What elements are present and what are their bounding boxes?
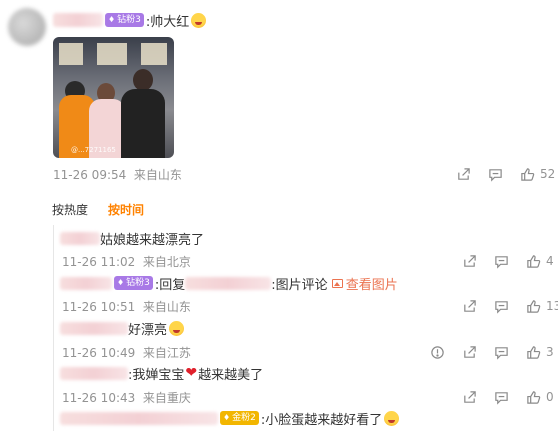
comment-icon[interactable] [493, 389, 509, 405]
reply-3-like-count: 3 [546, 345, 554, 359]
reply-1-like-count: 4 [546, 254, 554, 268]
like-icon[interactable] [519, 166, 535, 182]
reply-3-username-blurred[interactable] [60, 321, 128, 335]
share-icon[interactable] [455, 166, 471, 182]
reply-3-meta: 11-26 10:49 来自江苏 [62, 346, 191, 360]
reply-3-text-line: 好漂亮 [60, 319, 185, 338]
reply-1-username-blurred[interactable] [60, 231, 100, 245]
main-like-count: 52 [540, 167, 556, 181]
reply-target-blurred[interactable] [185, 276, 272, 290]
like-icon[interactable] [525, 253, 541, 269]
fan-badge[interactable]: ♦ 钻粉3 [114, 276, 153, 290]
like-icon[interactable] [525, 298, 541, 314]
comment-icon[interactable] [493, 344, 509, 360]
fan-badge[interactable]: ♦ 钻粉3 [105, 13, 144, 27]
sort-by-hot-tab[interactable]: 按热度 [52, 201, 88, 218]
view-image-link[interactable]: 查看图片 [331, 274, 398, 293]
reply-1-meta: 11-26 11:02 来自北京 [62, 255, 191, 269]
like-icon[interactable] [525, 344, 541, 360]
report-icon[interactable] [429, 344, 445, 360]
reply-2-actions: 13 [461, 298, 558, 314]
like-icon[interactable] [525, 389, 541, 405]
heart-emoji: ❤ [185, 365, 198, 381]
smile-emoji [169, 320, 185, 336]
comment-photo[interactable]: @...7271165 [53, 37, 174, 158]
reply-2-username-blurred[interactable] [60, 276, 112, 290]
smile-emoji [191, 12, 207, 28]
main-comment-meta: 11-26 09:54 来自山东 [53, 168, 182, 182]
reply-5-text-line: ♦ 金粉2 :小脸蛋越来越好看了 [60, 409, 400, 428]
reply-2-text-line: ♦ 钻粉3 :回复 :图片评论 查看图片 [60, 274, 398, 293]
main-comment-line: ♦ 钻粉3 :帅大红 [53, 11, 207, 30]
reply-4-actions: 0 [461, 389, 554, 405]
reply-4-like-count: 0 [546, 390, 554, 404]
sort-by-time-tab[interactable]: 按时间 [108, 201, 144, 218]
image-icon [331, 278, 343, 288]
fan-badge[interactable]: ♦ 金粉2 [220, 411, 259, 425]
reply-2-like-count: 13 [546, 299, 558, 313]
comment-icon[interactable] [493, 298, 509, 314]
reply-1-text-line: 姑娘越来越漂亮了 [60, 229, 204, 248]
share-icon[interactable] [461, 253, 477, 269]
share-icon[interactable] [461, 298, 477, 314]
comment-text: :帅大红 [145, 14, 190, 30]
reply-1-actions: 4 [461, 253, 554, 269]
username-blurred[interactable] [53, 13, 103, 27]
reply-2-meta: 11-26 10:51 来自山东 [62, 300, 191, 314]
reply-5-username-blurred[interactable] [60, 411, 218, 425]
comment-icon[interactable] [493, 253, 509, 269]
diamond-icon: ♦ [108, 15, 116, 24]
reply-4-meta: 11-26 10:43 来自重庆 [62, 391, 191, 405]
comment-icon[interactable] [487, 166, 503, 182]
diamond-icon: ♦ [117, 278, 125, 287]
reply-4-username-blurred[interactable] [60, 366, 128, 380]
photo-watermark: @...7271165 [71, 146, 116, 154]
reply-3-actions: 3 [429, 344, 554, 360]
share-icon[interactable] [461, 344, 477, 360]
smile-emoji [384, 410, 400, 426]
diamond-icon: ♦ [223, 413, 231, 422]
share-icon[interactable] [461, 389, 477, 405]
main-comment-actions: 52 [455, 166, 555, 182]
reply-4-text-line: :我婵宝宝 ❤ 越来越美了 [60, 364, 263, 383]
commenter-avatar[interactable] [8, 8, 46, 46]
